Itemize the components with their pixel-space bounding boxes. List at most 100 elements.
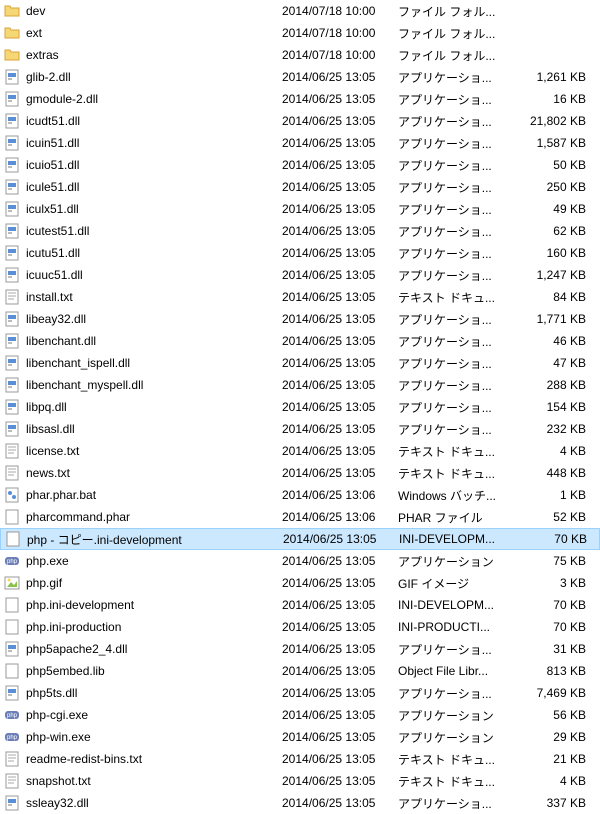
file-size: 448 KB <box>508 466 586 480</box>
phar-icon <box>4 509 20 525</box>
file-row[interactable]: php.gif2014/06/25 13:05GIF イメージ3 KB <box>0 572 600 594</box>
file-name: php5embed.lib <box>26 664 282 678</box>
file-row[interactable]: install.txt2014/06/25 13:05テキスト ドキュ...84… <box>0 286 600 308</box>
file-size: 337 KB <box>508 796 586 810</box>
file-date: 2014/06/25 13:05 <box>282 114 398 128</box>
file-row[interactable]: icudt51.dll2014/06/25 13:05アプリケーショ...21,… <box>0 110 600 132</box>
file-name: pharcommand.phar <box>26 510 282 524</box>
file-row[interactable]: snapshot.txt2014/06/25 13:05テキスト ドキュ...4… <box>0 770 600 792</box>
file-name: libsasl.dll <box>26 422 282 436</box>
file-size: 4 KB <box>508 444 586 458</box>
file-name: icuuc51.dll <box>26 268 282 282</box>
file-row[interactable]: icuuc51.dll2014/06/25 13:05アプリケーショ...1,2… <box>0 264 600 286</box>
file-row[interactable]: php.ini-development2014/06/25 13:05INI-D… <box>0 594 600 616</box>
file-row[interactable]: libenchant.dll2014/06/25 13:05アプリケーショ...… <box>0 330 600 352</box>
dll-icon <box>4 795 20 811</box>
file-type: アプリケーショ... <box>398 91 508 108</box>
phpexe-icon: php <box>4 729 20 745</box>
file-row[interactable]: libeay32.dll2014/06/25 13:05アプリケーショ...1,… <box>0 308 600 330</box>
file-type: INI-PRODUCTI... <box>398 620 508 634</box>
file-date: 2014/06/25 13:05 <box>282 466 398 480</box>
file-date: 2014/06/25 13:05 <box>282 598 398 612</box>
file-icon <box>4 663 20 679</box>
file-date: 2014/06/25 13:05 <box>282 774 398 788</box>
file-type: テキスト ドキュ... <box>398 443 508 460</box>
file-row[interactable]: gmodule-2.dll2014/06/25 13:05アプリケーショ...1… <box>0 88 600 110</box>
file-date: 2014/06/25 13:05 <box>282 686 398 700</box>
file-size: 47 KB <box>508 356 586 370</box>
file-type: アプリケーショ... <box>398 333 508 350</box>
file-type: アプリケーショ... <box>398 641 508 658</box>
file-size: 1,771 KB <box>508 312 586 326</box>
file-name: libpq.dll <box>26 400 282 414</box>
file-name: icule51.dll <box>26 180 282 194</box>
file-date: 2014/06/25 13:05 <box>282 70 398 84</box>
file-date: 2014/06/25 13:05 <box>282 290 398 304</box>
file-row[interactable]: libenchant_myspell.dll2014/06/25 13:05アプ… <box>0 374 600 396</box>
file-row[interactable]: ssleay32.dll2014/06/25 13:05アプリケーショ...33… <box>0 792 600 814</box>
phpexe-icon: php <box>4 553 20 569</box>
file-row[interactable]: dev2014/07/18 10:00ファイル フォル... <box>0 0 600 22</box>
file-row[interactable]: iculx51.dll2014/06/25 13:05アプリケーショ...49 … <box>0 198 600 220</box>
file-row[interactable]: libenchant_ispell.dll2014/06/25 13:05アプリ… <box>0 352 600 374</box>
file-size: 75 KB <box>508 554 586 568</box>
file-row[interactable]: phar.phar.bat2014/06/25 13:06Windows バッチ… <box>0 484 600 506</box>
file-size: 1,261 KB <box>508 70 586 84</box>
file-type: アプリケーショ... <box>398 201 508 218</box>
file-row[interactable]: icutest51.dll2014/06/25 13:05アプリケーショ...6… <box>0 220 600 242</box>
file-name: libenchant_myspell.dll <box>26 378 282 392</box>
file-date: 2014/06/25 13:05 <box>282 268 398 282</box>
file-type: アプリケーショ... <box>398 377 508 394</box>
file-name: php.ini-production <box>26 620 282 634</box>
file-row[interactable]: libsasl.dll2014/06/25 13:05アプリケーショ...232… <box>0 418 600 440</box>
file-size: 160 KB <box>508 246 586 260</box>
file-type: アプリケーショ... <box>398 355 508 372</box>
file-date: 2014/06/25 13:05 <box>282 620 398 634</box>
file-row[interactable]: icuio51.dll2014/06/25 13:05アプリケーショ...50 … <box>0 154 600 176</box>
file-row[interactable]: icule51.dll2014/06/25 13:05アプリケーショ...250… <box>0 176 600 198</box>
dll-icon <box>4 157 20 173</box>
file-date: 2014/06/25 13:05 <box>282 576 398 590</box>
file-row[interactable]: ext2014/07/18 10:00ファイル フォル... <box>0 22 600 44</box>
file-size: 70 KB <box>508 620 586 634</box>
file-row[interactable]: license.txt2014/06/25 13:05テキスト ドキュ...4 … <box>0 440 600 462</box>
bat-icon <box>4 487 20 503</box>
file-type: アプリケーショ... <box>398 245 508 262</box>
file-date: 2014/06/25 13:05 <box>282 752 398 766</box>
file-size: 232 KB <box>508 422 586 436</box>
file-size: 250 KB <box>508 180 586 194</box>
file-name: php5apache2_4.dll <box>26 642 282 656</box>
file-row[interactable]: pharcommand.phar2014/06/25 13:06PHAR ファイ… <box>0 506 600 528</box>
file-row[interactable]: php5embed.lib2014/06/25 13:05Object File… <box>0 660 600 682</box>
file-row[interactable]: php5ts.dll2014/06/25 13:05アプリケーショ...7,46… <box>0 682 600 704</box>
file-size: 3 KB <box>508 576 586 590</box>
folder-icon <box>4 47 20 63</box>
file-name: php5ts.dll <box>26 686 282 700</box>
svg-text:php: php <box>7 559 18 565</box>
file-row[interactable]: libpq.dll2014/06/25 13:05アプリケーショ...154 K… <box>0 396 600 418</box>
file-row[interactable]: glib-2.dll2014/06/25 13:05アプリケーショ...1,26… <box>0 66 600 88</box>
file-row[interactable]: phpphp.exe2014/06/25 13:05アプリケーション75 KB <box>0 550 600 572</box>
file-row[interactable]: icutu51.dll2014/06/25 13:05アプリケーショ...160… <box>0 242 600 264</box>
file-name: snapshot.txt <box>26 774 282 788</box>
file-row[interactable]: php - コピー.ini-development2014/06/25 13:0… <box>0 528 600 550</box>
dll-icon <box>4 421 20 437</box>
file-row[interactable]: extras2014/07/18 10:00ファイル フォル... <box>0 44 600 66</box>
file-row[interactable]: phpphp-cgi.exe2014/06/25 13:05アプリケーション56… <box>0 704 600 726</box>
file-date: 2014/06/25 13:05 <box>282 158 398 172</box>
file-name: icutu51.dll <box>26 246 282 260</box>
file-row[interactable]: icuin51.dll2014/06/25 13:05アプリケーショ...1,5… <box>0 132 600 154</box>
file-date: 2014/06/25 13:05 <box>282 664 398 678</box>
file-row[interactable]: php5apache2_4.dll2014/06/25 13:05アプリケーショ… <box>0 638 600 660</box>
file-type: Object File Libr... <box>398 664 508 678</box>
file-name: readme-redist-bins.txt <box>26 752 282 766</box>
file-size: 21 KB <box>508 752 586 766</box>
file-name: iculx51.dll <box>26 202 282 216</box>
file-row[interactable]: phpphp-win.exe2014/06/25 13:05アプリケーション29… <box>0 726 600 748</box>
file-size: 84 KB <box>508 290 586 304</box>
file-row[interactable]: news.txt2014/06/25 13:05テキスト ドキュ...448 K… <box>0 462 600 484</box>
file-row[interactable]: readme-redist-bins.txt2014/06/25 13:05テキ… <box>0 748 600 770</box>
file-row[interactable]: php.ini-production2014/06/25 13:05INI-PR… <box>0 616 600 638</box>
file-type: ファイル フォル... <box>398 47 508 64</box>
file-type: テキスト ドキュ... <box>398 751 508 768</box>
